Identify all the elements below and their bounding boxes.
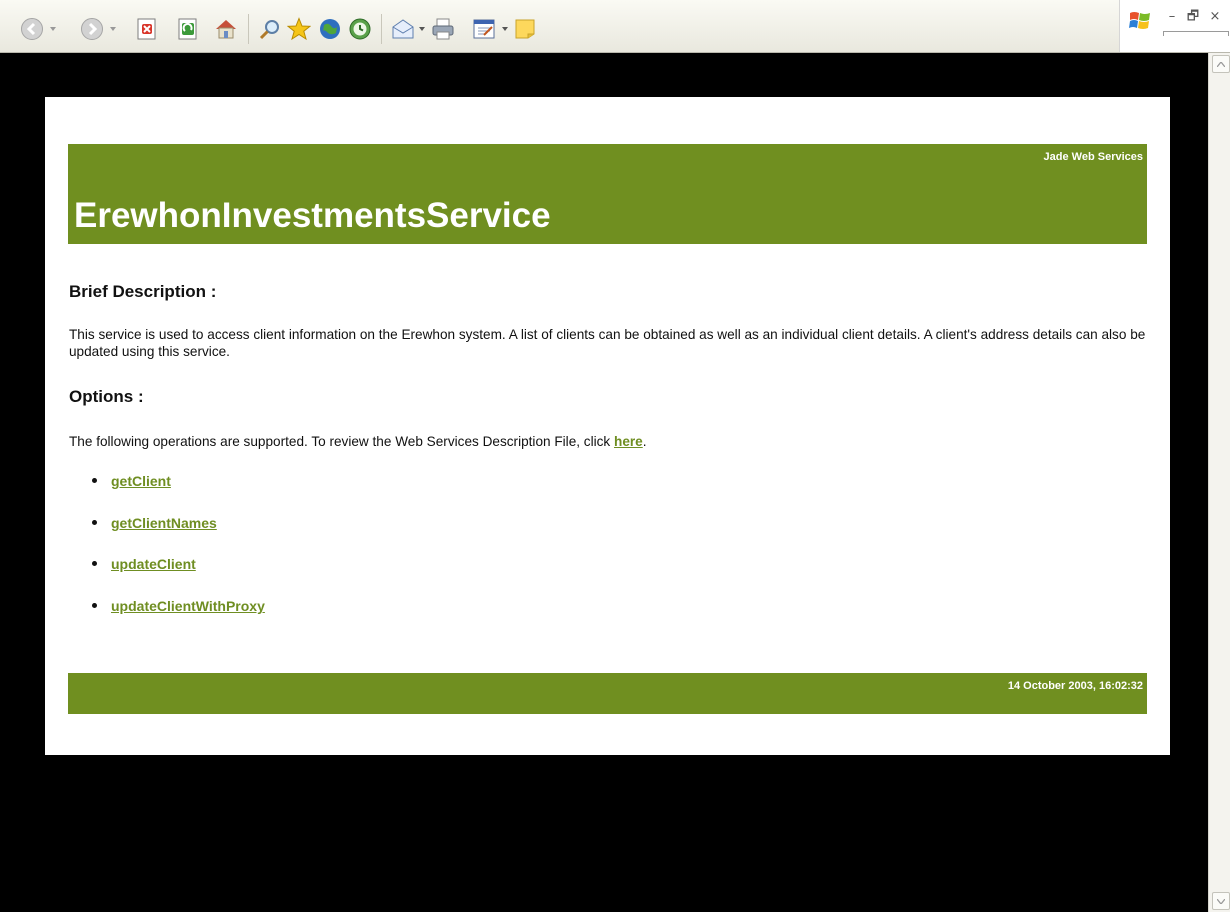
brand-label: Jade Web Services: [1043, 151, 1143, 163]
favorites-icon: [287, 17, 311, 41]
bullet: [92, 519, 97, 525]
header-banner: Jade Web Services ErewhonInvestmentsServ…: [68, 144, 1147, 244]
minimize-button[interactable]: –: [1165, 10, 1179, 24]
refresh-icon: [177, 18, 199, 40]
stop-icon: [136, 18, 158, 40]
forward-dropdown[interactable]: [110, 27, 116, 31]
bullet: [92, 477, 97, 483]
back-dropdown[interactable]: [50, 27, 56, 31]
history-icon: [348, 17, 372, 41]
forward-button[interactable]: [80, 17, 104, 41]
options-intro-period: .: [642, 434, 647, 449]
restore-button[interactable]: 🗗: [1186, 10, 1200, 24]
wsdl-here-link[interactable]: here: [614, 434, 643, 449]
chevron-down-icon: [1217, 898, 1225, 904]
browser-toolbar: – 🗗 ×: [0, 0, 1230, 53]
print-button[interactable]: [431, 17, 455, 41]
mail-icon: [391, 17, 415, 41]
bullet: [92, 602, 97, 608]
options-intro-text: The following operations are supported. …: [69, 434, 615, 449]
search-button[interactable]: [258, 17, 282, 41]
toolbar-separator: [381, 14, 382, 44]
page-title: ErewhonInvestmentsService: [74, 196, 551, 235]
window-controls-divider: [1163, 31, 1229, 36]
stop-button[interactable]: [135, 17, 159, 41]
list-item: updateClient: [92, 555, 196, 573]
history-button[interactable]: [348, 17, 372, 41]
list-item: getClientNames: [92, 514, 217, 532]
edit-icon: [472, 17, 496, 41]
list-item: updateClientWithProxy: [92, 597, 265, 615]
media-icon: [318, 17, 342, 41]
messenger-button[interactable]: [513, 17, 537, 41]
operation-link-getclient[interactable]: getClient: [111, 473, 171, 489]
print-icon: [431, 17, 455, 41]
windows-flag-icon: [1129, 10, 1151, 32]
back-icon: [20, 17, 44, 41]
messenger-icon: [513, 17, 537, 41]
operation-link-getclientnames[interactable]: getClientNames: [111, 515, 217, 531]
options-intro: The following operations are supported. …: [69, 433, 647, 450]
operation-link-updateclientwithproxy[interactable]: updateClientWithProxy: [111, 598, 265, 614]
media-button[interactable]: [318, 17, 342, 41]
scroll-up-button[interactable]: [1212, 55, 1230, 73]
favorites-button[interactable]: [287, 17, 311, 41]
scroll-down-button[interactable]: [1212, 892, 1230, 910]
back-button[interactable]: [20, 17, 44, 41]
brief-description-heading: Brief Description :: [69, 282, 217, 301]
refresh-button[interactable]: [176, 17, 200, 41]
operation-link-updateclient[interactable]: updateClient: [111, 556, 196, 572]
mail-button[interactable]: [391, 17, 415, 41]
brief-description-text: This service is used to access client in…: [69, 327, 1146, 359]
close-button[interactable]: ×: [1208, 10, 1222, 24]
search-icon: [258, 17, 282, 41]
chevron-up-icon: [1217, 61, 1225, 67]
edit-button[interactable]: [472, 17, 496, 41]
home-button[interactable]: [214, 17, 238, 41]
footer-banner: 14 October 2003, 16:02:32: [68, 673, 1147, 714]
vertical-scrollbar[interactable]: [1208, 53, 1230, 912]
bullet: [92, 560, 97, 566]
list-item: getClient: [92, 472, 171, 490]
mail-dropdown[interactable]: [419, 27, 425, 31]
window-controls: – 🗗 ×: [1119, 0, 1230, 52]
toolbar-separator: [248, 14, 249, 44]
home-icon: [214, 17, 238, 41]
edit-dropdown[interactable]: [502, 27, 508, 31]
timestamp: 14 October 2003, 16:02:32: [1007, 680, 1143, 692]
content-viewport: Jade Web Services ErewhonInvestmentsServ…: [9, 53, 1208, 912]
service-page: Jade Web Services ErewhonInvestmentsServ…: [45, 97, 1170, 755]
forward-icon: [80, 17, 104, 41]
options-heading: Options :: [69, 387, 144, 406]
